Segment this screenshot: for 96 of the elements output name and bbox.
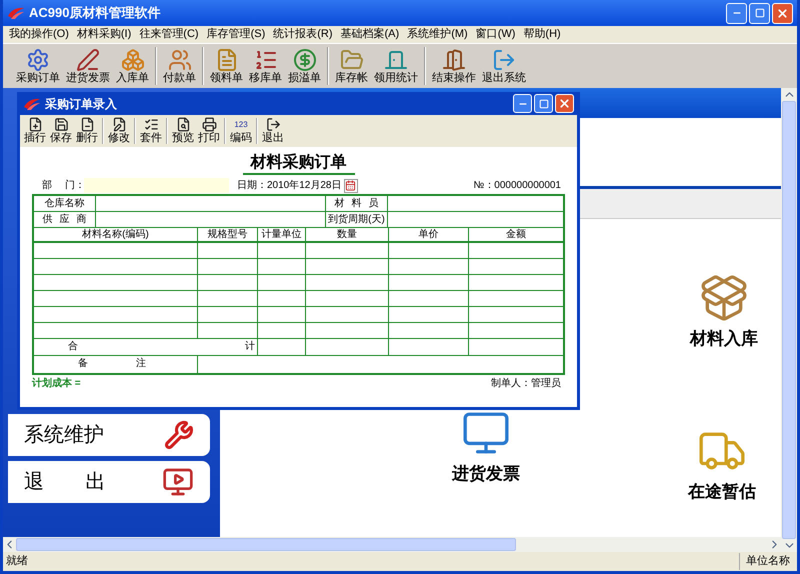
row-label: 供 应 商 — [34, 212, 96, 227]
folder-icon — [340, 48, 364, 72]
status-text: 单位名称 — [739, 553, 794, 570]
toolbar-button[interactable]: 删行 — [74, 116, 100, 146]
toolbar-button[interactable]: 采购订单 — [13, 45, 63, 87]
file-plus-icon — [28, 117, 42, 132]
form-title: 材料采购订单 — [242, 153, 354, 175]
calendar-icon — [345, 180, 356, 191]
calendar-button[interactable] — [344, 178, 358, 192]
date-text: 日期：2010年12月28日 — [237, 178, 342, 193]
file-minus-icon — [80, 117, 94, 132]
toolbar-button[interactable]: 打印 — [196, 116, 222, 146]
menu-item[interactable]: 统计报表(R) — [269, 29, 337, 40]
column-header: 材料名称(编码) — [34, 228, 198, 241]
people-icon — [168, 48, 192, 72]
toolbar-button[interactable]: 123 编码 — [228, 116, 254, 146]
maximize-button[interactable] — [749, 2, 770, 24]
window-title: AC990原材料管理软件 — [29, 4, 162, 22]
wrench-icon — [164, 420, 194, 450]
remark-label: 备 — [78, 357, 88, 371]
scroll-thumb[interactable] — [782, 101, 796, 539]
close-button[interactable] — [555, 94, 574, 113]
column-header: 金额 — [505, 228, 527, 241]
pen-icon — [76, 48, 100, 72]
close-icon — [558, 97, 571, 110]
toolbar-button[interactable]: 修改 — [106, 116, 132, 146]
vertical-scrollbar[interactable] — [781, 88, 797, 552]
menu-item[interactable]: 往来管理(C) — [135, 29, 203, 40]
menu-item[interactable]: 库存管理(S) — [202, 29, 270, 40]
menu-item[interactable]: 帮助(H) — [519, 29, 565, 40]
minimize-button[interactable] — [513, 94, 532, 113]
row-label: 到货周期(天) — [326, 212, 388, 227]
menu-item[interactable]: 窗口(W) — [472, 29, 520, 40]
printer-icon — [202, 117, 216, 132]
menu-item[interactable]: 我的操作(O) — [5, 29, 73, 40]
monitor-icon — [162, 466, 194, 498]
minimize-button[interactable] — [726, 2, 747, 24]
sidebar-item[interactable]: 系统维护 — [8, 414, 210, 456]
toolbar-button[interactable]: 入库单 — [113, 45, 152, 87]
logo-icon — [7, 6, 25, 20]
toolbar-button[interactable]: 退出系统 — [479, 45, 529, 87]
menu-item[interactable]: 材料采购(I) — [72, 29, 136, 40]
row-label: 仓库名称 — [34, 196, 96, 211]
toolbar-button[interactable]: 结束操作 — [429, 45, 479, 87]
total-label: 合 — [68, 340, 78, 354]
toolbar-button[interactable]: 插行 — [22, 116, 48, 146]
toolbar-button[interactable]: 进货发票 — [63, 45, 113, 87]
toolbar-button[interactable]: 套件 — [138, 116, 164, 146]
column-header: 单价 — [389, 228, 469, 241]
status-text: 就绪 — [6, 554, 28, 570]
column-header: 计量单位 — [258, 228, 306, 241]
shortcut-button[interactable]: 在途暂估 — [688, 426, 756, 506]
list-icon — [144, 117, 158, 132]
toolbar-button[interactable]: 损溢单 — [285, 45, 324, 87]
preview-icon — [176, 117, 190, 132]
sidebar-item[interactable]: 退 出 — [8, 461, 210, 503]
maximize-button[interactable] — [534, 94, 553, 113]
dollar-icon — [292, 48, 316, 72]
column-header: 规格型号 — [198, 228, 258, 241]
toolbar-button[interactable]: 保存 — [48, 116, 74, 146]
remark-label: 注 — [136, 356, 146, 371]
close-button[interactable] — [772, 2, 793, 24]
horizontal-scrollbar[interactable] — [3, 537, 781, 552]
scroll-thumb[interactable] — [16, 538, 516, 551]
toolbar-button[interactable]: 库存帐 — [332, 45, 371, 87]
toolbar-button[interactable]: 预览 — [170, 116, 196, 146]
edit-icon — [112, 117, 126, 132]
toolbar-button[interactable]: 付款单 — [160, 45, 199, 87]
boxes-icon — [120, 48, 144, 72]
toolbar-button[interactable]: 领用统计 — [371, 45, 421, 87]
save-icon — [54, 117, 68, 132]
window-title: 采购订单录入 — [45, 96, 118, 112]
plan-cost: 计划成本 = — [32, 376, 81, 390]
shortcut-button[interactable]: 材料入库 — [690, 273, 758, 352]
shortcut-button[interactable]: 进货发票 — [452, 408, 520, 488]
row-label: 材 料 员 — [326, 196, 388, 211]
column-header: 数量 — [306, 228, 389, 241]
close-icon — [776, 6, 789, 20]
logo-icon — [23, 96, 41, 110]
toolbar-button[interactable]: 移库单 — [246, 45, 285, 87]
order-number: №：000000000001 — [474, 179, 562, 193]
gear-icon — [26, 48, 50, 72]
exit-icon — [266, 117, 280, 132]
field-label: 部 门： — [41, 178, 84, 193]
maximize-icon — [754, 8, 764, 18]
toolbar-button[interactable]: 退出 — [260, 116, 286, 146]
menu-item[interactable]: 基础档案(A) — [336, 29, 404, 40]
menu-item[interactable]: 系统维护(M) — [403, 29, 472, 40]
door-icon — [442, 48, 466, 72]
maker-text: 制单人：管理员 — [491, 376, 562, 390]
total-label: 计 — [245, 340, 255, 354]
exit-icon — [492, 48, 516, 72]
maximize-icon — [538, 98, 548, 108]
department-field[interactable] — [84, 178, 229, 193]
box-icon — [699, 273, 749, 323]
toolbar-button[interactable]: 领料单 — [207, 45, 246, 87]
